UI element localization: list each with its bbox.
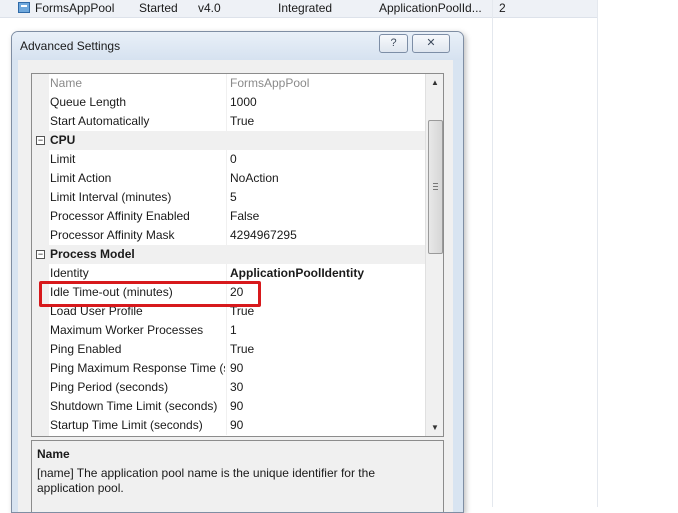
help-button[interactable]: ?	[379, 34, 408, 53]
property-label: Maximum Worker Processes	[50, 323, 204, 337]
category-label: Process Model	[50, 247, 135, 261]
pool-applications-cell: 2	[499, 1, 506, 15]
property-label: Queue Length	[50, 95, 127, 109]
column-separator	[226, 207, 227, 226]
property-value: 30	[230, 380, 244, 394]
pool-identity-cell: ApplicationPoolId...	[379, 1, 482, 15]
column-separator	[226, 416, 227, 435]
property-label: Processor Affinity Mask	[50, 228, 175, 242]
property-row-ping-max-response-time[interactable]: Ping Maximum Response Time (s 90	[32, 359, 425, 378]
pool-clr-cell: v4.0	[198, 1, 221, 15]
scroll-down-icon[interactable]: ▼	[426, 419, 443, 436]
column-separator	[226, 340, 227, 359]
dialog-title: Advanced Settings	[20, 39, 121, 53]
property-row-shutdown-time-limit[interactable]: Shutdown Time Limit (seconds) 90	[32, 397, 425, 416]
property-row-processor-affinity-mask[interactable]: Processor Affinity Mask 4294967295	[32, 226, 425, 245]
app-pool-row[interactable]: FormsAppPool Started v4.0 Integrated App…	[0, 0, 598, 18]
vertical-scrollbar[interactable]: ▲ ▼	[425, 74, 443, 436]
property-value: 90	[230, 361, 244, 375]
property-value: 90	[230, 418, 244, 432]
column-separator	[226, 74, 227, 93]
property-label: Identity	[50, 266, 89, 280]
property-row-queue-length[interactable]: Queue Length 1000	[32, 93, 425, 112]
category-row-cpu[interactable]: − CPU	[32, 131, 425, 150]
property-value: NoAction	[230, 171, 279, 185]
property-label: Start Automatically	[50, 114, 150, 128]
property-row-limit[interactable]: Limit 0	[32, 150, 425, 169]
property-value: 1000	[230, 95, 257, 109]
highlight-annotation	[39, 281, 261, 307]
property-row-name[interactable]: Name FormsAppPool	[32, 74, 425, 93]
dialog-titlebar[interactable]: Advanced Settings ? ✕	[12, 32, 463, 60]
property-label: Processor Affinity Enabled	[50, 209, 190, 223]
description-title: Name	[37, 447, 70, 461]
description-panel: Name [name] The application pool name is…	[31, 440, 444, 512]
property-value: True	[230, 342, 255, 356]
property-value: False	[230, 209, 260, 223]
column-separator	[226, 226, 227, 245]
property-label: Limit Action	[50, 171, 112, 185]
column-separator	[226, 397, 227, 416]
property-value: 0	[230, 152, 237, 166]
column-separator	[226, 169, 227, 188]
scrollbar-thumb[interactable]	[428, 120, 443, 254]
column-separator	[226, 150, 227, 169]
grip-icon	[433, 189, 438, 190]
property-value: 4294967295	[230, 228, 297, 242]
property-row-startup-time-limit[interactable]: Startup Time Limit (seconds) 90	[32, 416, 425, 435]
advanced-settings-dialog: Advanced Settings ? ✕ Name FormsAppPool …	[11, 31, 464, 513]
app-pool-icon	[18, 2, 30, 13]
grip-icon	[433, 186, 438, 187]
property-value: 5	[230, 190, 237, 204]
property-label: Shutdown Time Limit (seconds)	[50, 399, 218, 413]
property-label: Ping Period (seconds)	[50, 380, 169, 394]
collapse-icon[interactable]: −	[36, 136, 45, 145]
scroll-up-icon[interactable]: ▲	[426, 74, 443, 91]
column-separator	[226, 188, 227, 207]
category-row-process-model[interactable]: − Process Model	[32, 245, 425, 264]
column-separator	[226, 359, 227, 378]
property-value: True	[230, 114, 255, 128]
column-divider	[492, 0, 493, 507]
collapse-icon[interactable]: −	[36, 250, 45, 259]
column-separator	[226, 112, 227, 131]
property-row-ping-period[interactable]: Ping Period (seconds) 30	[32, 378, 425, 397]
grip-icon	[433, 183, 438, 184]
description-text: [name] The application pool name is the …	[37, 466, 375, 495]
property-row-limit-action[interactable]: Limit Action NoAction	[32, 169, 425, 188]
property-label: Startup Time Limit (seconds)	[50, 418, 203, 432]
close-button[interactable]: ✕	[412, 34, 450, 53]
property-row-max-worker-processes[interactable]: Maximum Worker Processes 1	[32, 321, 425, 340]
property-label: Limit Interval (minutes)	[50, 190, 172, 204]
property-value: FormsAppPool	[230, 76, 310, 90]
property-row-limit-interval[interactable]: Limit Interval (minutes) 5	[32, 188, 425, 207]
column-divider	[597, 0, 598, 507]
property-value: ApplicationPoolIdentity	[230, 266, 364, 280]
column-separator	[226, 378, 227, 397]
column-separator	[226, 93, 227, 112]
property-label: Ping Maximum Response Time (s	[50, 361, 225, 375]
pool-pipeline-cell: Integrated	[278, 1, 333, 15]
property-value: 90	[230, 399, 244, 413]
pool-status-cell: Started	[139, 1, 178, 15]
property-row-start-automatically[interactable]: Start Automatically True	[32, 112, 425, 131]
pool-name-cell: FormsAppPool	[35, 1, 115, 15]
property-label: Ping Enabled	[50, 342, 122, 356]
column-separator	[226, 321, 227, 340]
property-label: Name	[50, 76, 83, 90]
property-label: Limit	[50, 152, 76, 166]
property-value: 1	[230, 323, 237, 337]
property-row-processor-affinity-enabled[interactable]: Processor Affinity Enabled False	[32, 207, 425, 226]
property-grid: Name FormsAppPool Queue Length 1000 Star…	[31, 73, 444, 437]
property-row-ping-enabled[interactable]: Ping Enabled True	[32, 340, 425, 359]
category-label: CPU	[50, 133, 76, 147]
